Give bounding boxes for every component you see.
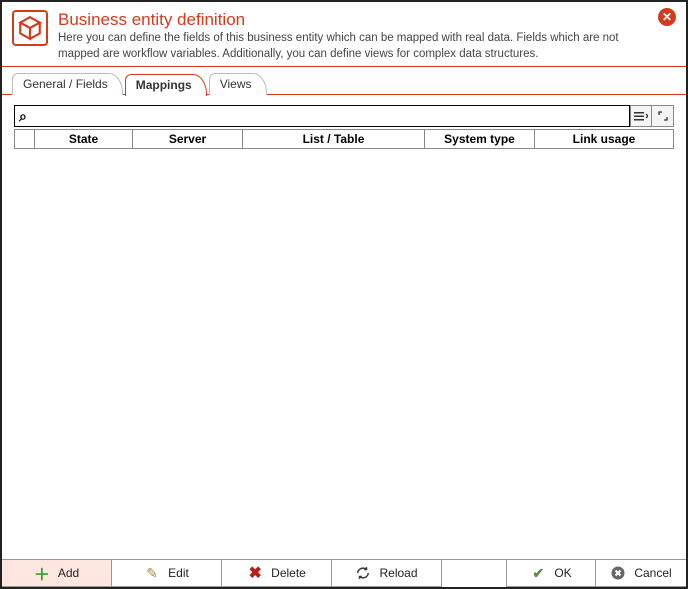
tab-label: Views [220,77,252,91]
tab-strip: General / Fields Mappings Views [2,67,686,95]
reload-icon [355,566,371,580]
button-bar-spacer [442,560,506,587]
plus-icon: ＋ [34,561,50,585]
tab-label: General / Fields [23,77,108,91]
button-label: Reload [379,566,417,580]
search-icon: ⌕ [19,108,27,125]
pencil-icon: ✎ [144,565,160,582]
close-icon[interactable]: ✕ [658,8,676,26]
tab-label: Mappings [136,78,192,92]
cube-icon [12,10,48,46]
check-icon: ✔ [530,565,546,582]
column-header-server[interactable]: Server [133,130,243,148]
tab-mappings[interactable]: Mappings [125,74,207,96]
cancel-button[interactable]: Cancel [596,560,686,587]
search-box[interactable]: ⌕ [14,105,630,127]
checkbox-column-header[interactable] [15,130,35,148]
button-bar: ＋ Add ✎ Edit ✖ Delete Reload ✔ OK Cancel [2,559,686,587]
search-input[interactable] [31,109,625,123]
button-label: Cancel [634,566,671,580]
tab-views[interactable]: Views [209,73,267,95]
column-header-system-type[interactable]: System type [425,130,535,148]
expand-icon[interactable] [652,105,674,127]
add-button[interactable]: ＋ Add [2,560,112,587]
reload-button[interactable]: Reload [332,560,442,587]
column-header-link-usage[interactable]: Link usage [535,130,673,148]
column-header-state[interactable]: State [35,130,133,148]
button-label: Edit [168,566,189,580]
cancel-icon [610,566,626,580]
columns-picker-icon[interactable] [630,105,652,127]
delete-button[interactable]: ✖ Delete [222,560,332,587]
edit-button[interactable]: ✎ Edit [112,560,222,587]
dialog-header: Business entity definition Here you can … [2,2,686,67]
search-row: ⌕ [14,105,674,127]
dialog-subtitle: Here you can define the fields of this b… [58,31,652,62]
column-header-list-table[interactable]: List / Table [243,130,425,148]
tab-content: ⌕ State Server List / Table System type … [2,95,686,559]
dialog-title: Business entity definition [58,10,652,30]
button-label: OK [554,566,571,580]
table-body [14,149,674,549]
button-label: Add [58,566,79,580]
button-label: Delete [271,566,306,580]
tab-general-fields[interactable]: General / Fields [12,73,123,95]
x-icon: ✖ [247,563,263,583]
ok-button[interactable]: ✔ OK [506,560,596,587]
table-header: State Server List / Table System type Li… [14,129,674,149]
